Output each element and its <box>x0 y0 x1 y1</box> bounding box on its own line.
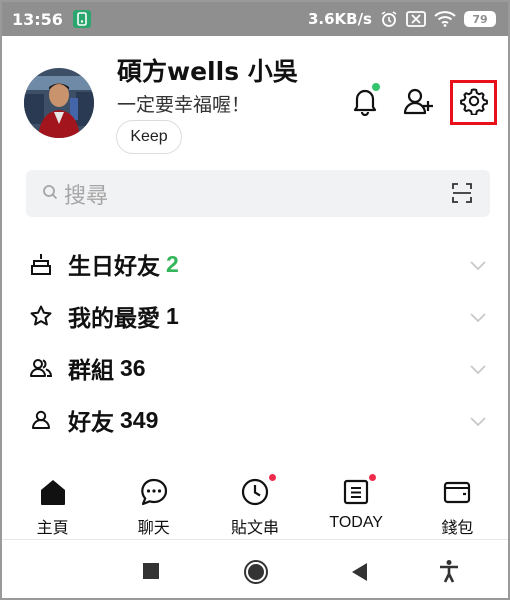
wifi-icon <box>434 11 456 27</box>
bottom-tab-bar: 主頁 聊天 貼文串 TODAY 錢包 <box>2 462 508 540</box>
status-time: 13:56 <box>12 9 63 29</box>
avatar[interactable] <box>24 68 94 138</box>
tab-chats[interactable]: 聊天 <box>109 462 199 538</box>
timeline-badge <box>268 474 276 481</box>
search-bar[interactable]: 搜尋 <box>26 170 490 217</box>
keep-button[interactable]: Keep <box>116 120 182 154</box>
gear-icon <box>459 87 488 119</box>
recent-apps-icon[interactable] <box>142 562 160 580</box>
list-item-label: 好友 <box>68 410 114 436</box>
settings-button[interactable] <box>450 80 497 125</box>
battery-icon: 79 <box>464 11 496 27</box>
notifications-button[interactable] <box>346 83 384 122</box>
system-nav-bar <box>2 542 508 598</box>
back-icon[interactable] <box>350 562 368 582</box>
profile-header: 碩方wells 小吳 一定要幸福喔！ Keep <box>2 36 508 156</box>
tab-label: 聊天 <box>137 518 170 537</box>
profile-status-message[interactable]: 一定要幸福喔！ <box>117 90 250 117</box>
alarm-icon <box>380 10 398 28</box>
tab-label: 錢包 <box>441 518 474 537</box>
today-icon <box>342 474 377 508</box>
tab-today[interactable]: TODAY <box>311 462 401 532</box>
wallet-icon <box>442 476 472 508</box>
today-badge <box>369 474 377 481</box>
notification-badge <box>372 83 380 91</box>
add-user-icon <box>403 87 435 119</box>
bell-icon <box>351 86 379 120</box>
scan-icon[interactable] <box>452 183 472 207</box>
add-friend-button[interactable] <box>400 84 438 122</box>
list-item-label: 群組 <box>68 358 114 384</box>
friend-category-list: 生日好友 2 我的最愛 1 群組 36 好友 349 <box>2 238 508 446</box>
status-bar: 13:56 3.6KB/s 79 <box>2 2 508 36</box>
list-item-count: 36 <box>120 354 146 381</box>
network-speed: 3.6KB/s <box>307 10 372 28</box>
cake-icon <box>30 253 52 275</box>
accessibility-icon[interactable] <box>439 559 459 583</box>
profile-name[interactable]: 碩方wells 小吳 <box>117 52 298 88</box>
chevron-down-icon <box>470 308 486 327</box>
chevron-down-icon <box>470 256 486 275</box>
list-item-label: 我的最愛 <box>68 306 160 332</box>
search-icon <box>42 184 58 204</box>
list-item-groups[interactable]: 群組 36 <box>2 342 508 394</box>
timeline-icon <box>240 474 276 508</box>
list-item-label: 生日好友 <box>68 254 160 280</box>
chevron-down-icon <box>470 412 486 431</box>
group-icon <box>30 358 52 378</box>
list-item-count: 2 <box>166 250 179 277</box>
list-item-count: 349 <box>120 406 159 433</box>
keep-label: Keep <box>130 128 168 145</box>
list-item-birthdays[interactable]: 生日好友 2 <box>2 238 508 290</box>
tab-label: 貼文串 <box>230 518 279 537</box>
list-item-favorites[interactable]: 我的最愛 1 <box>2 290 508 342</box>
search-input[interactable]: 搜尋 <box>64 178 108 210</box>
home-circle-icon[interactable] <box>243 559 269 585</box>
sim-off-icon <box>406 11 426 27</box>
home-icon <box>38 476 68 508</box>
tab-home[interactable]: 主頁 <box>8 462 98 538</box>
tab-wallet[interactable]: 錢包 <box>412 462 502 538</box>
star-icon <box>30 305 52 327</box>
battery-level: 79 <box>472 12 488 26</box>
chevron-down-icon <box>470 360 486 379</box>
tab-label: TODAY <box>329 514 383 531</box>
person-icon <box>30 410 52 430</box>
list-item-friends[interactable]: 好友 349 <box>2 394 508 446</box>
app-notification-icon <box>72 10 91 28</box>
list-item-count: 1 <box>166 302 179 329</box>
tab-timeline[interactable]: 貼文串 <box>210 462 300 538</box>
tab-label: 主頁 <box>36 518 69 537</box>
chat-icon <box>139 476 169 508</box>
